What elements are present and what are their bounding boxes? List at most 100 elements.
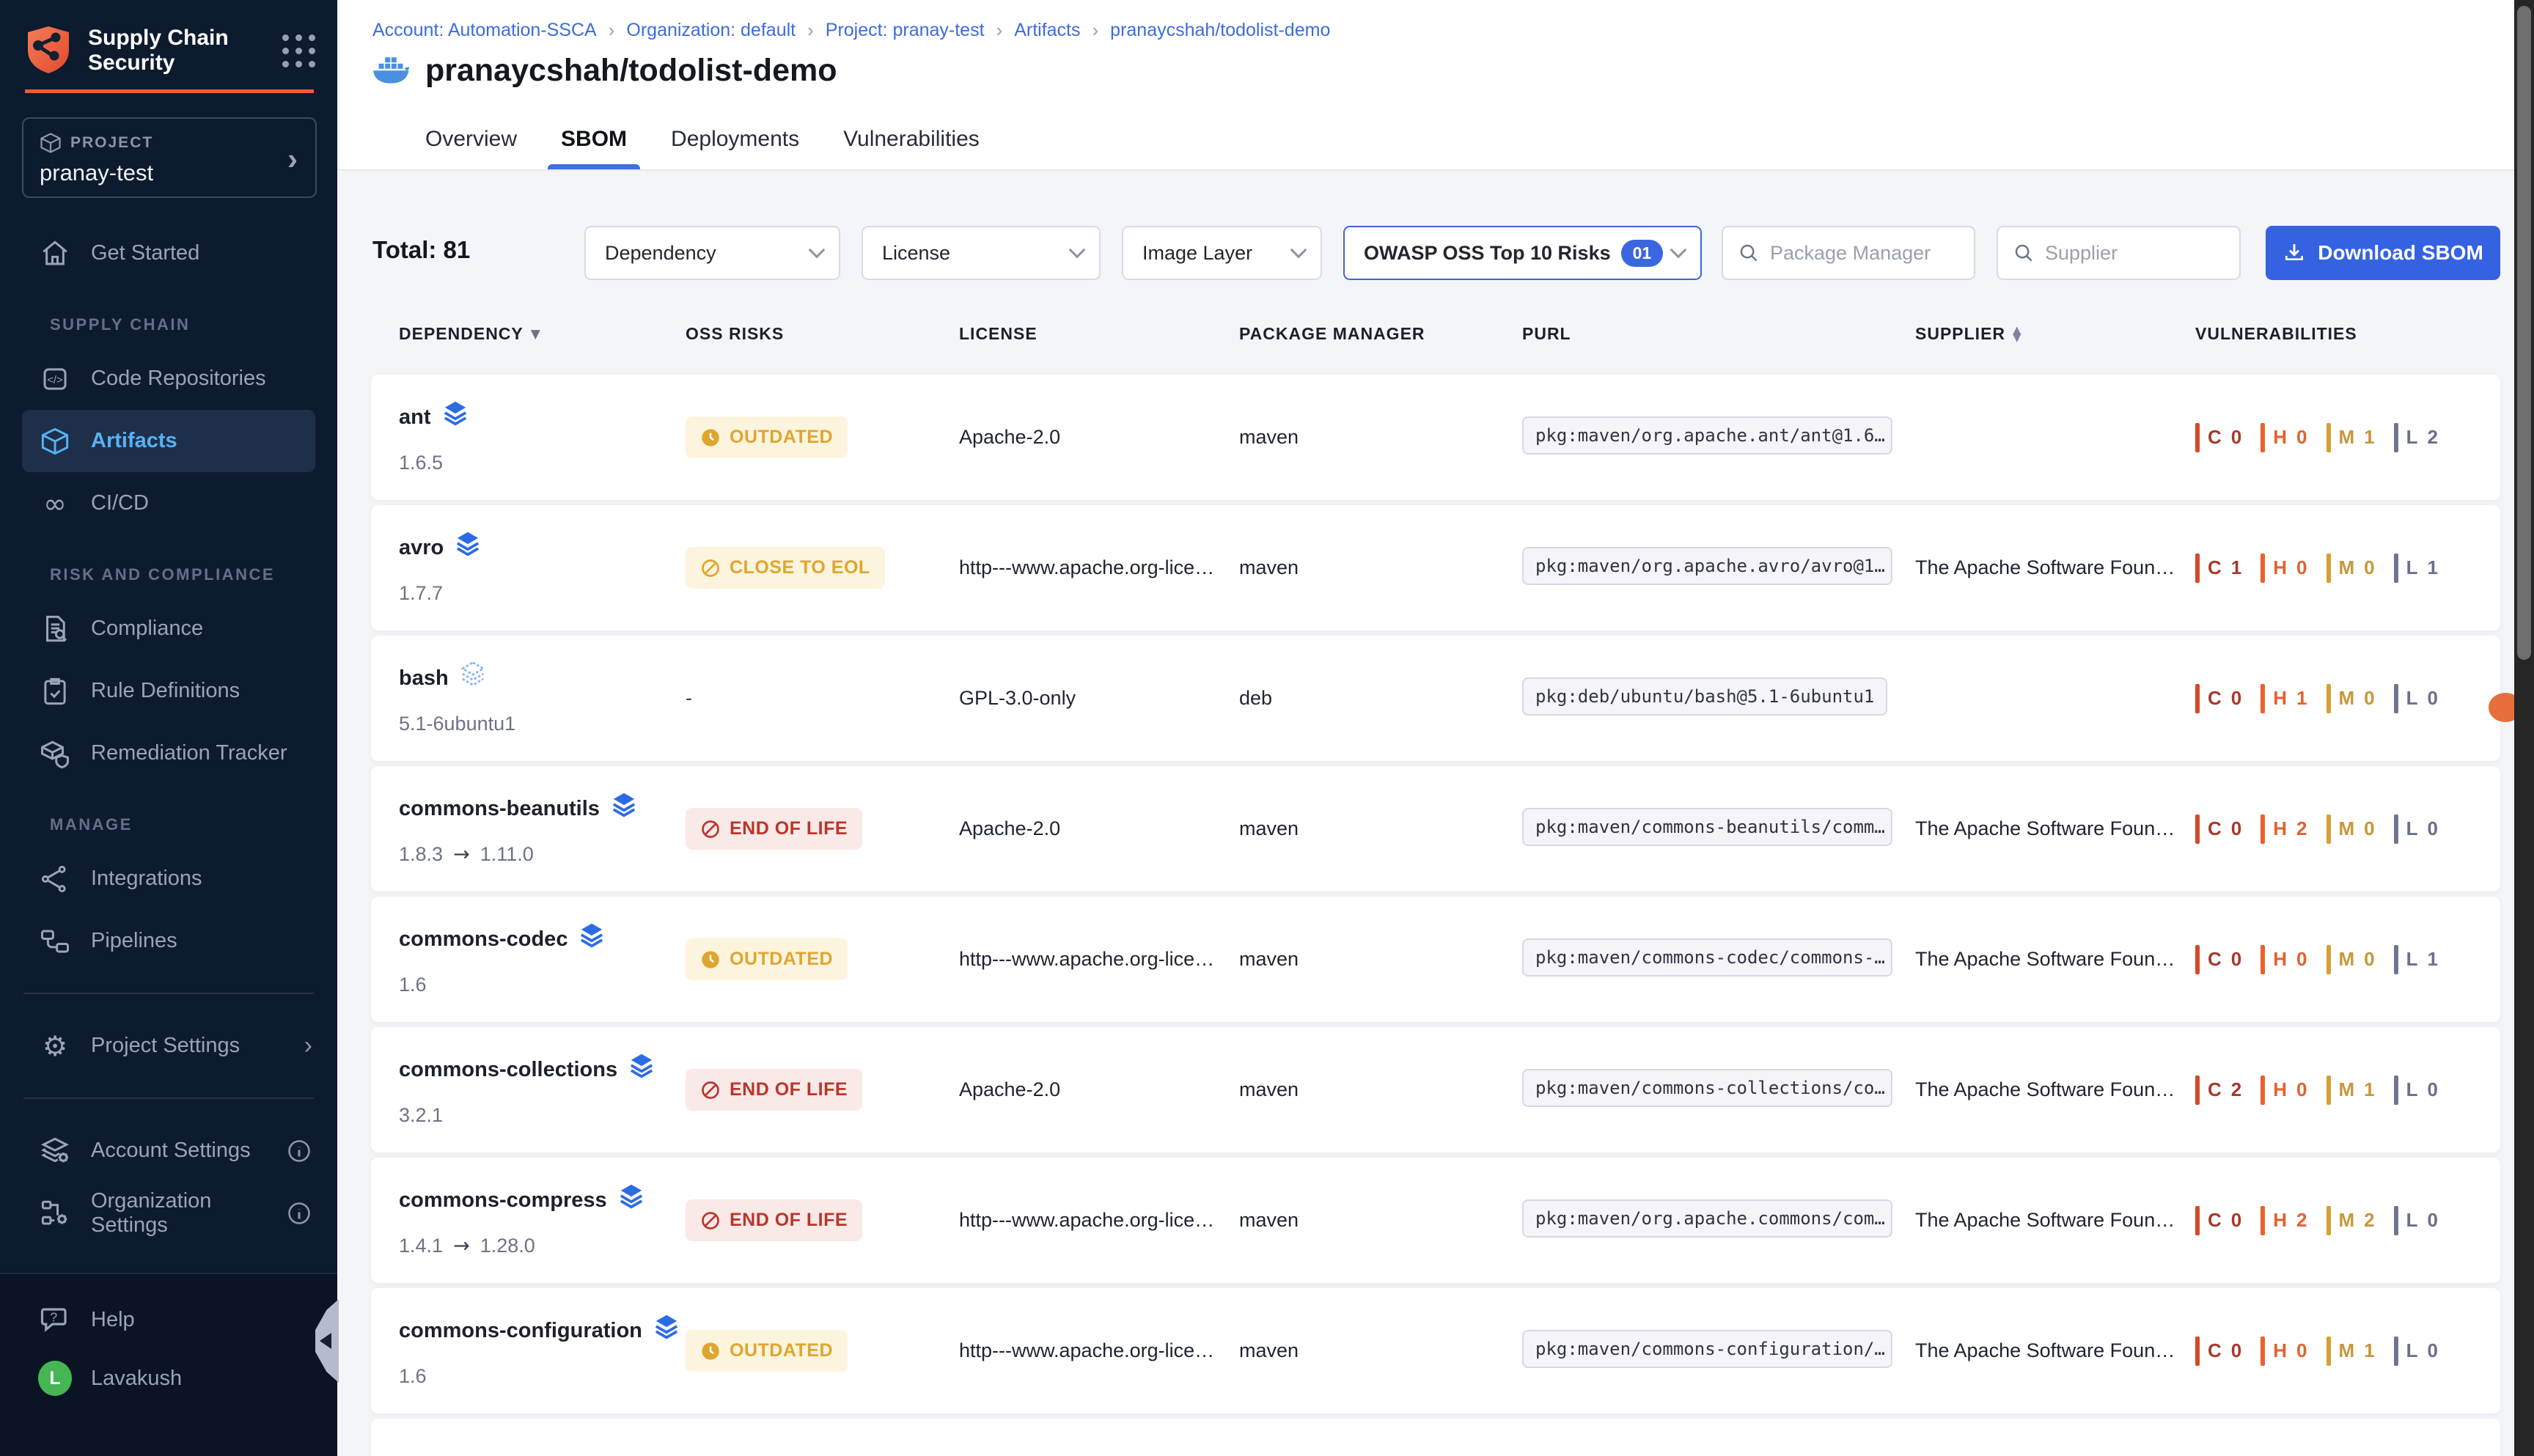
sidebar-user[interactable]: L Lavakush [0, 1349, 337, 1408]
supplier-search-input[interactable] [2045, 242, 2225, 265]
breadcrumb-link[interactable]: Account: Automation-SSCA [372, 20, 597, 41]
box-shield-icon [38, 737, 72, 771]
sidebar-item-ci-cd[interactable]: ∞CI/CD [0, 472, 337, 534]
table-row-commons-fileupload[interactable]: commons-fileuploadEND OF LIFEApache-2.0m… [371, 1419, 2500, 1456]
severity-bar-icon [2394, 423, 2398, 452]
sidebar-item-get-started[interactable]: Get Started [0, 222, 337, 284]
project-selector[interactable]: PROJECT pranay-test › [22, 117, 317, 198]
oss-risk-badge: OUTDATED [686, 416, 848, 458]
tab-vulnerabilities[interactable]: Vulnerabilities [842, 114, 981, 169]
purl-value[interactable]: pkg:maven/commons-codec/commons-… [1522, 938, 1892, 977]
nodes-icon [38, 862, 72, 896]
sidebar-item-label: Rule Definitions [91, 679, 240, 703]
severity-bar-icon [2261, 1206, 2265, 1235]
user-avatar: L [38, 1361, 72, 1396]
breadcrumb-link[interactable]: pranaycshah/todolist-demo [1110, 20, 1330, 41]
vuln-medium: M1 [2326, 1076, 2376, 1105]
breadcrumb-link[interactable]: Artifacts [1014, 20, 1080, 41]
table-row-bash[interactable]: bash5.1-6ubuntu1-GPL-3.0-onlydebpkg:deb/… [371, 636, 2500, 761]
layers-gear-icon [38, 1134, 72, 1168]
vuln-critical: C2 [2195, 1076, 2243, 1105]
sidebar-item-rule-definitions[interactable]: Rule Definitions [0, 660, 337, 722]
sidebar-item-compliance[interactable]: Compliance [0, 598, 337, 660]
package-manager-value: maven [1239, 556, 1522, 579]
table-row-ant[interactable]: ant1.6.5OUTDATEDApache-2.0mavenpkg:maven… [371, 375, 2500, 500]
purl-value[interactable]: pkg:maven/org.apache.commons/com… [1522, 1199, 1892, 1238]
dependency-version: 1.6.5 [399, 452, 686, 474]
vuln-high: H2 [2261, 815, 2308, 844]
tab-sbom[interactable]: SBOM [559, 114, 628, 169]
purl-value[interactable]: pkg:deb/ubuntu/bash@5.1-6ubuntu1 [1522, 677, 1887, 716]
sidebar-item-label: Integrations [91, 867, 202, 891]
purl-value[interactable]: pkg:maven/org.apache.ant/ant@1.6… [1522, 416, 1892, 455]
sidebar-item-integrations[interactable]: Integrations [0, 848, 337, 910]
vuln-medium: M0 [2326, 945, 2376, 974]
info-icon[interactable] [286, 1200, 312, 1227]
page-header: Account: Automation-SSCA›Organization: d… [337, 0, 2534, 171]
breadcrumb: Account: Automation-SSCA›Organization: d… [372, 19, 1330, 42]
purl-value[interactable]: pkg:maven/commons-beanutils/comm… [1522, 808, 1892, 846]
purl-value[interactable]: pkg:maven/commons-configuration/… [1522, 1330, 1892, 1368]
column-header-license: LICENSE [959, 324, 1239, 344]
sidebar-item-remediation-tracker[interactable]: Remediation Tracker [0, 722, 337, 784]
vuln-low: L2 [2394, 423, 2439, 452]
license-filter-dropdown[interactable]: License [862, 226, 1101, 280]
table-row-avro[interactable]: avro1.7.7CLOSE TO EOLhttp---www.apache.o… [371, 505, 2500, 630]
sidebar-item-pipelines[interactable]: Pipelines [0, 910, 337, 972]
owasp-risks-filter-dropdown[interactable]: OWASP OSS Top 10 Risks 01 [1343, 226, 1702, 280]
tab-overview[interactable]: Overview [424, 114, 518, 169]
app-switcher-grid-icon[interactable] [282, 34, 315, 67]
scrollbar-thumb[interactable] [2517, 6, 2531, 660]
table-row-commons-compress[interactable]: commons-compress1.4.1→1.28.0END OF LIFEh… [371, 1158, 2500, 1283]
sidebar-item-code-repositories[interactable]: </>Code Repositories [0, 348, 337, 410]
user-name: Lavakush [91, 1367, 182, 1391]
download-sbom-button[interactable]: Download SBOM [2266, 226, 2500, 280]
column-header-dependency[interactable]: DEPENDENCY▼ [399, 324, 686, 344]
vulnerability-counts: C0H2M2L0 [2195, 1206, 2500, 1235]
purl-value[interactable]: pkg:maven/org.apache.avro/avro@1… [1522, 547, 1892, 585]
image-layer-filter-dropdown[interactable]: Image Layer [1122, 226, 1322, 280]
table-row-commons-beanutils[interactable]: commons-beanutils1.8.3→1.11.0END OF LIFE… [371, 766, 2500, 891]
column-header-supplier[interactable]: SUPPLIER▲▼ [1915, 324, 2195, 344]
package-manager-value: maven [1239, 817, 1522, 840]
package-manager-search-input[interactable] [1770, 242, 1959, 265]
info-icon[interactable] [286, 1138, 312, 1164]
severity-bar-icon [2261, 945, 2265, 974]
tab-deployments[interactable]: Deployments [669, 114, 801, 169]
dependency-version: 1.8.3→1.11.0 [399, 843, 686, 866]
sidebar-item-artifacts[interactable]: Artifacts [22, 410, 315, 472]
breadcrumb-link[interactable]: Organization: default [626, 20, 796, 41]
slash-circle-icon [700, 1210, 721, 1231]
table-row-commons-collections[interactable]: commons-collections3.2.1END OF LIFEApach… [371, 1027, 2500, 1152]
severity-bar-icon [2394, 815, 2398, 844]
vuln-high: H0 [2261, 1076, 2308, 1105]
sidebar-item-account-settings[interactable]: Account Settings [0, 1119, 337, 1182]
severity-bar-icon [2261, 684, 2265, 713]
breadcrumb-link[interactable]: Project: pranay-test [826, 20, 985, 41]
license-value: GPL-3.0-only [959, 687, 1239, 710]
purl-value[interactable]: pkg:maven/commons-collections/co… [1522, 1069, 1892, 1107]
supply-chain-security-logo-icon [25, 25, 72, 76]
chevron-right-icon: › [304, 1032, 312, 1060]
sidebar-item-label: Artifacts [91, 429, 177, 453]
table-row-commons-codec[interactable]: commons-codec1.6OUTDATEDhttp---www.apach… [371, 897, 2500, 1022]
sidebar-item-label: Pipelines [91, 929, 177, 953]
sidebar-item-organization-settings[interactable]: Organization Settings [0, 1182, 337, 1244]
nav-divider [23, 993, 314, 994]
layers-icon [579, 922, 604, 956]
table-row-commons-configuration[interactable]: commons-configuration1.6OUTDATEDhttp---w… [371, 1288, 2500, 1413]
oss-risk-badge: CLOSE TO EOL [686, 547, 885, 589]
vuln-high: H0 [2261, 945, 2308, 974]
vuln-medium: M0 [2326, 554, 2376, 583]
sidebar-item-project-settings[interactable]: ⚙Project Settings› [0, 1015, 337, 1077]
vulnerability-counts: C2H0M1L0 [2195, 1076, 2500, 1105]
severity-bar-icon [2195, 815, 2200, 844]
filter-count-badge: 01 [1621, 240, 1664, 267]
dependency-version: 5.1-6ubuntu1 [399, 713, 686, 735]
sidebar-item-help[interactable]: ? Help [0, 1290, 337, 1349]
scrollbar[interactable] [2514, 0, 2534, 1456]
slash-circle-icon [700, 558, 721, 578]
supplier-value: The Apache Software Foun… [1915, 1209, 2195, 1232]
dependency-filter-dropdown[interactable]: Dependency [584, 226, 840, 280]
search-icon [1738, 242, 1760, 264]
